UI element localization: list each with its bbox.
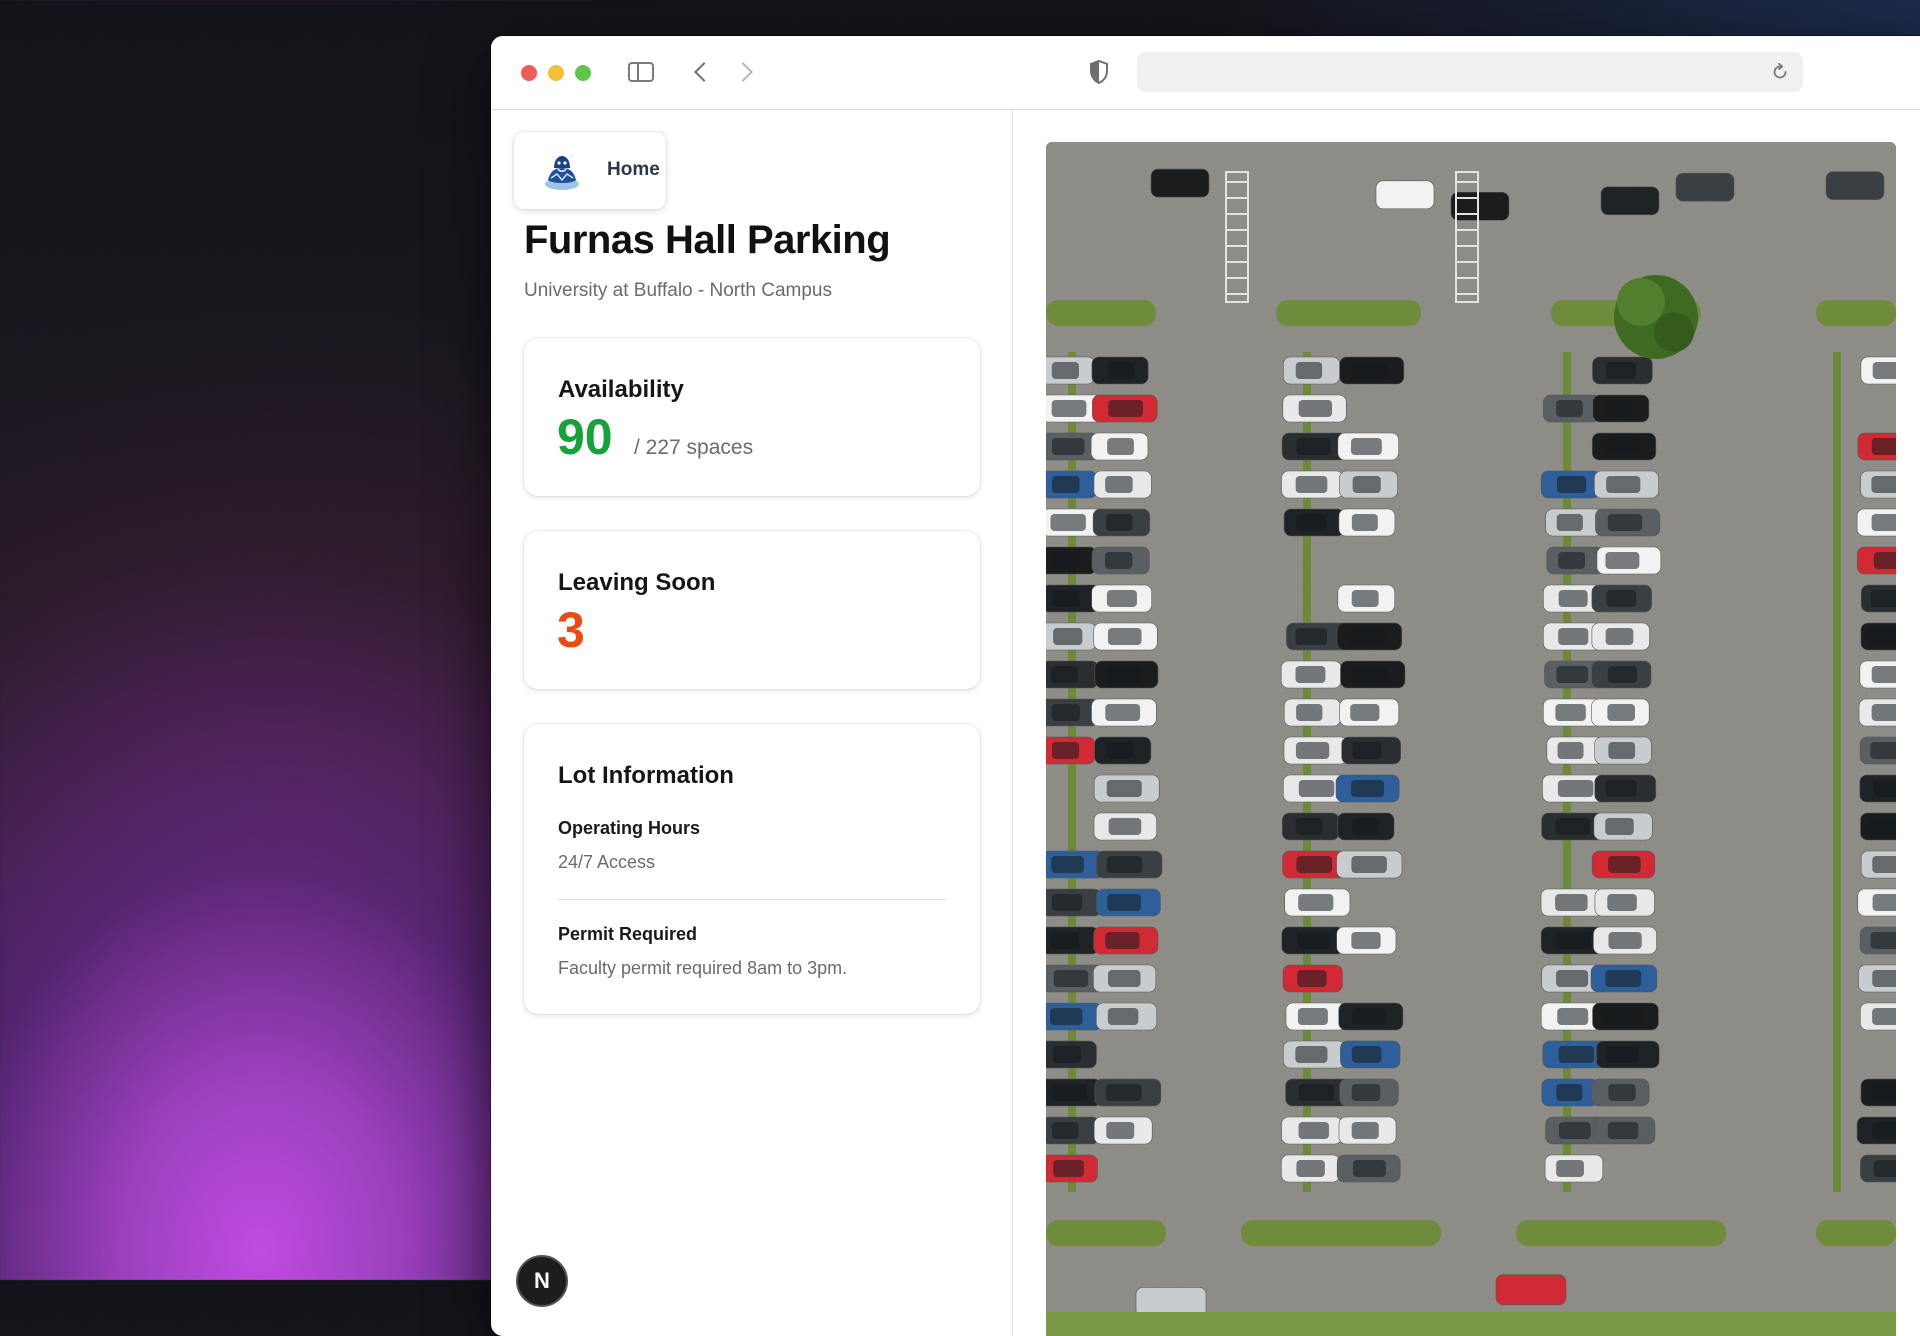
operating-hours-value: 24/7 Access xyxy=(558,852,656,872)
dev-tools-badge[interactable]: N xyxy=(516,1255,568,1307)
browser-toolbar xyxy=(491,36,1920,110)
total-spaces: / 227 spaces xyxy=(634,436,754,459)
browser-window: Home Furnas Hall Parking University at B… xyxy=(491,36,1920,1336)
operating-hours-label: Operating Hours xyxy=(558,818,701,838)
address-bar[interactable] xyxy=(1137,52,1803,92)
parking-lot-aerial-image xyxy=(1046,142,1896,1336)
availability-card: Availability 90 / 227 spaces xyxy=(524,338,980,496)
availability-title: Availability xyxy=(558,376,684,403)
available-count: 90 xyxy=(557,409,613,465)
reload-icon[interactable] xyxy=(1771,62,1789,81)
home-button[interactable]: Home xyxy=(514,132,666,209)
sidebar-toggle-icon[interactable] xyxy=(628,62,654,82)
permit-required-label: Permit Required xyxy=(558,924,698,944)
leaving-soon-card: Leaving Soon 3 xyxy=(524,531,980,689)
aerial-drawing xyxy=(1046,142,1896,1336)
bull-mascot-logo xyxy=(542,150,582,192)
leaving-soon-count: 3 xyxy=(557,602,585,658)
window-close-button[interactable] xyxy=(521,65,537,81)
divider xyxy=(558,899,946,900)
window-maximize-button[interactable] xyxy=(575,65,591,81)
lot-information-title: Lot Information xyxy=(558,762,734,789)
page-title: Furnas Hall Parking xyxy=(524,218,891,262)
shield-icon[interactable] xyxy=(1089,59,1109,85)
page-subtitle: University at Buffalo - North Campus xyxy=(524,280,832,301)
chevron-left-icon[interactable] xyxy=(687,58,715,86)
chevron-right-icon[interactable] xyxy=(732,58,760,86)
home-label: Home xyxy=(607,159,660,180)
leaving-soon-title: Leaving Soon xyxy=(558,569,716,596)
panel-divider xyxy=(1012,110,1013,1336)
window-minimize-button[interactable] xyxy=(548,65,564,81)
lot-information-card: Lot Information Operating Hours 24/7 Acc… xyxy=(524,724,980,1014)
permit-required-value: Faculty permit required 8am to 3pm. xyxy=(558,958,848,978)
